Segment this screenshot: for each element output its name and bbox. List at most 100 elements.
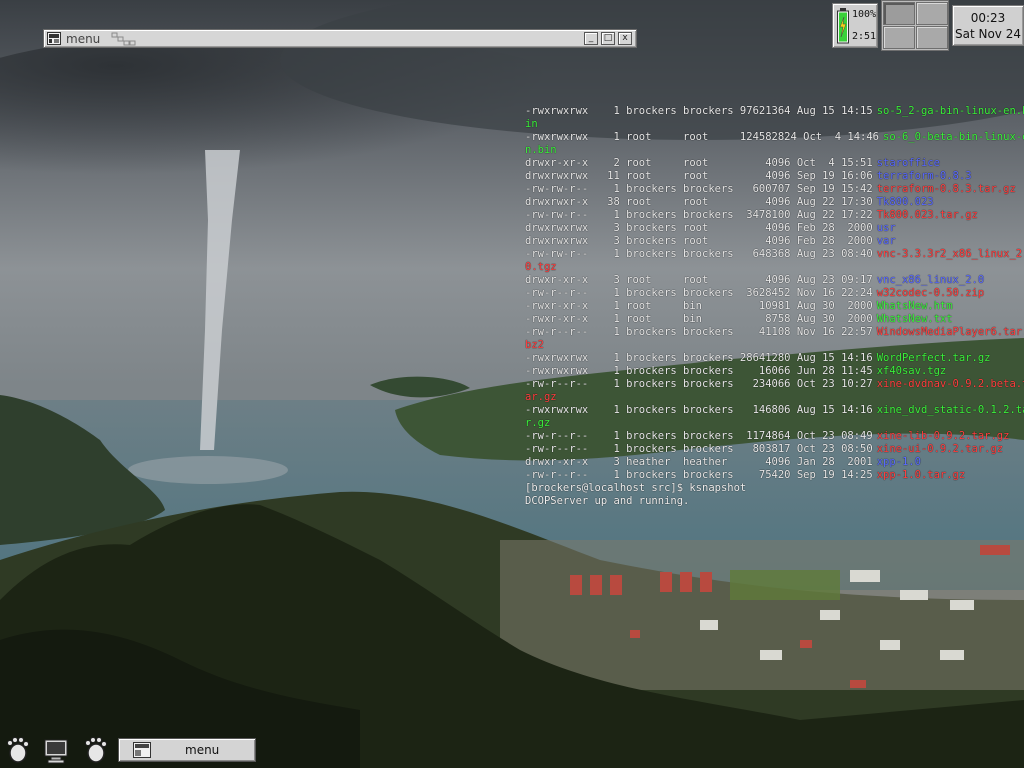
file-name: WindowsMediaPlayer6.tar. <box>876 326 1024 338</box>
clock-date: Sat Nov 24 <box>955 27 1021 41</box>
file-name-continuation: ar.gz <box>525 391 557 403</box>
close-button[interactable]: x <box>618 32 632 45</box>
terminal-line: -rwxrwxrwx 1 brockers brockers 16066 Jun… <box>525 365 1024 378</box>
gnome-foot-icon[interactable] <box>4 736 32 764</box>
file-meta: -rwxrwxrwx 1 brockers brockers 97621364 … <box>525 105 873 117</box>
terminal-line: -rw-r--r-- 1 brockers brockers 234066 Oc… <box>525 378 1024 391</box>
terminal-monitor-icon[interactable] <box>42 736 70 764</box>
file-name: xpp-1.0 <box>876 456 921 468</box>
terminal-line: -rw-rw-r-- 1 brockers brockers 648368 Au… <box>525 248 1024 261</box>
terminal-prompt: [brockers@localhost src]$ ksnapshot <box>525 482 747 494</box>
file-name: terraform-0.8.3.tar.gz <box>876 183 1016 195</box>
battery-applet[interactable]: 100% 2:51 <box>832 3 878 48</box>
file-meta: drwxr-xr-x 3 root root 4096 Aug 23 09:17 <box>525 274 873 286</box>
file-meta: drwxr-xr-x 2 root root 4096 Oct 4 15:51 <box>525 157 873 169</box>
terminal-line: -rw-rw-r-- 1 brockers brockers 3478100 A… <box>525 209 1024 222</box>
file-meta: -rwxr-xr-x 1 root bin 10981 Aug 30 2000 <box>525 300 873 312</box>
maximize-button[interactable]: □ <box>601 32 615 45</box>
file-meta: drwxrwxrwx 11 root root 4096 Sep 19 16:0… <box>525 170 873 182</box>
file-name-continuation: r.gz <box>525 417 551 429</box>
file-name: staroffice <box>876 157 940 169</box>
file-meta: -rw-r--r-- 1 brockers brockers 3628452 N… <box>525 287 873 299</box>
terminal-line: drwxrwxrwx 3 brockers root 4096 Feb 28 2… <box>525 235 1024 248</box>
file-meta: -rwxrwxrwx 1 brockers brockers 146806 Au… <box>525 404 873 416</box>
file-name-continuation: 0.tgz <box>525 261 557 273</box>
file-meta: -rwxrwxrwx 1 brockers brockers 16066 Jun… <box>525 365 873 377</box>
terminal-line: -rw-r--r-- 1 brockers brockers 803817 Oc… <box>525 443 1024 456</box>
terminal-line-wrap: r.gz <box>525 417 1024 430</box>
pager-desktop-3[interactable] <box>883 26 915 49</box>
titlebar-grip-icon <box>111 32 136 46</box>
file-name: WhatsNew.txt <box>876 313 953 325</box>
terminal-line: -rwxrwxrwx 1 brockers brockers 28641280 … <box>525 352 1024 365</box>
minimize-button[interactable]: _ <box>584 32 598 45</box>
file-meta: -rw-r--r-- 1 brockers brockers 41108 Nov… <box>525 326 873 338</box>
file-meta: -rw-r--r-- 1 brockers brockers 803817 Oc… <box>525 443 873 455</box>
terminal-line: -rwxr-xr-x 1 root bin 8758 Aug 30 2000 Wh… <box>525 313 1024 326</box>
taskbar-task-menu[interactable]: menu <box>118 738 256 762</box>
terminal-line: drwxrwxr-x 38 root root 4096 Aug 22 17:3… <box>525 196 1024 209</box>
battery-percent: 100% <box>852 9 877 20</box>
pager-desktop-1[interactable] <box>883 2 915 25</box>
clock-time: 00:23 <box>970 11 1006 25</box>
terminal-line: -rwxrwxrwx 1 brockers brockers 97621364 … <box>525 105 1024 118</box>
file-meta: -rw-rw-r-- 1 brockers brockers 648368 Au… <box>525 248 873 260</box>
terminal-line-wrap: bz2 <box>525 339 1024 352</box>
gnome-foot-icon[interactable] <box>82 736 110 764</box>
battery-icon <box>837 8 849 44</box>
file-meta: -rw-rw-r-- 1 brockers brockers 600707 Se… <box>525 183 873 195</box>
file-meta: -rw-rw-r-- 1 brockers brockers 3478100 A… <box>525 209 873 221</box>
task-label: menu <box>185 743 220 757</box>
file-name: so-5_2-ga-bin-linux-en.b <box>876 105 1024 117</box>
terminal-line: -rw-r--r-- 1 brockers brockers 1174864 O… <box>525 430 1024 443</box>
terminal-line: -rw-r--r-- 1 brockers brockers 75420 Sep… <box>525 469 1024 482</box>
terminal-line-wrap: ar.gz <box>525 391 1024 404</box>
menu-window-titlebar[interactable]: menu _ □ x <box>43 29 637 48</box>
file-name: usr <box>876 222 896 234</box>
terminal-line-wrap: 0.tgz <box>525 261 1024 274</box>
file-meta: drwxrwxr-x 38 root root 4096 Aug 22 17:3… <box>525 196 873 208</box>
file-name: xf40sav.tgz <box>876 365 947 377</box>
terminal-line: -rw-r--r-- 1 brockers brockers 41108 Nov… <box>525 326 1024 339</box>
terminal-line: -rw-r--r-- 1 brockers brockers 3628452 N… <box>525 287 1024 300</box>
file-name: WhatsNew.htm <box>876 300 953 312</box>
file-name: xine-lib-0.9.2.tar.gz <box>876 430 1010 442</box>
terminal-line: drwxrwxrwx 11 root root 4096 Sep 19 16:0… <box>525 170 1024 183</box>
file-meta: drwxrwxrwx 3 brockers root 4096 Feb 28 2… <box>525 235 873 247</box>
file-meta: -rwxr-xr-x 1 root bin 8758 Aug 30 2000 <box>525 313 873 325</box>
file-name-continuation: n.bin <box>525 144 557 156</box>
file-meta: drwxr-xr-x 3 heather heather 4096 Jan 28… <box>525 456 873 468</box>
pager-desktop-4[interactable] <box>916 26 948 49</box>
file-meta: -rwxrwxrwx 1 brockers brockers 28641280 … <box>525 352 873 364</box>
terminal-output: DCOPServer up and running. <box>525 495 690 507</box>
file-name: so-6_0-beta-bin-linux-e <box>883 131 1024 143</box>
terminal-line: drwxr-xr-x 3 root root 4096 Aug 23 09:17… <box>525 274 1024 287</box>
file-name-continuation: in <box>525 118 538 130</box>
terminal-line: -rwxr-xr-x 1 root bin 10981 Aug 30 2000 W… <box>525 300 1024 313</box>
pager-desktop-2[interactable] <box>916 2 948 25</box>
terminal-line-wrap: in <box>525 118 1024 131</box>
file-name: Tk800.023 <box>876 196 934 208</box>
file-name: WordPerfect.tar.gz <box>876 352 991 364</box>
file-meta: -rw-r--r-- 1 brockers brockers 75420 Sep… <box>525 469 873 481</box>
desktop-pager[interactable] <box>881 0 949 51</box>
battery-time-remaining: 2:51 <box>852 31 877 42</box>
clock-applet[interactable]: 00:23 Sat Nov 24 <box>952 5 1024 46</box>
file-name: vnc-3.3.3r2_x86_linux_2. <box>876 248 1024 260</box>
file-name: Tk800.023.tar.gz <box>876 209 978 221</box>
terminal-line: -rw-rw-r-- 1 brockers brockers 600707 Se… <box>525 183 1024 196</box>
terminal-output[interactable]: -rwxrwxrwx 1 brockers brockers 97621364 … <box>525 105 1024 508</box>
file-name: xine-dvdnav-0.9.2.beta.t <box>876 378 1024 390</box>
window-menu-icon[interactable] <box>47 32 61 45</box>
terminal-line: drwxr-xr-x 3 heather heather 4096 Jan 28… <box>525 456 1024 469</box>
task-window-icon <box>133 742 151 758</box>
terminal-line-wrap: n.bin <box>525 144 1024 157</box>
terminal-line: drwxrwxrwx 3 brockers root 4096 Feb 28 2… <box>525 222 1024 235</box>
file-meta: -rwxrwxrwx 1 root root 124582824 Oct 4 1… <box>525 131 880 143</box>
window-title: menu <box>66 32 101 46</box>
file-name: vnc_x86_linux_2.0 <box>876 274 985 286</box>
terminal-line: -rwxrwxrwx 1 brockers brockers 146806 Au… <box>525 404 1024 417</box>
file-name: xine-ui-0.9.2.tar.gz <box>876 443 1004 455</box>
file-name: xine_dvd_static-0.1.2.ta <box>876 404 1024 416</box>
file-name-continuation: bz2 <box>525 339 544 351</box>
